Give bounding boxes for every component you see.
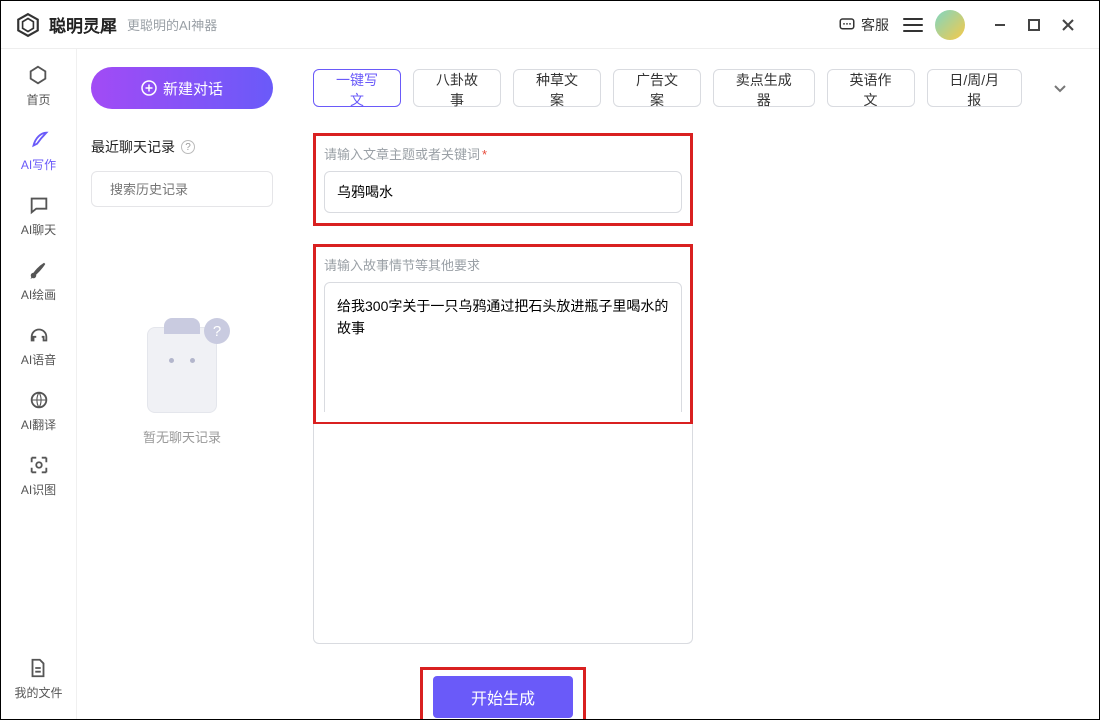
search-input[interactable] — [110, 182, 286, 197]
sidebar-item-translate[interactable]: AI翻译 — [21, 388, 56, 433]
empty-state: ? 暂无聊天记录 — [91, 327, 273, 446]
chat-bubble-icon — [27, 193, 51, 217]
sidebar-item-home[interactable]: 首页 — [26, 63, 50, 108]
app-title: 聪明灵犀 — [49, 12, 117, 37]
topic-input[interactable] — [324, 171, 682, 213]
window-maximize-button[interactable] — [1017, 8, 1051, 42]
home-hex-icon — [26, 63, 50, 87]
tab-selling-points[interactable]: 卖点生成器 — [713, 69, 815, 107]
empty-state-text: 暂无聊天记录 — [143, 427, 221, 446]
image-scan-icon — [27, 453, 51, 477]
sidebar-item-image[interactable]: AI识图 — [21, 453, 56, 498]
sidebar-item-files[interactable]: 我的文件 — [14, 656, 62, 701]
topic-highlight: 请输入文章主题或者关键词* — [313, 133, 693, 226]
detail-textarea[interactable] — [324, 282, 682, 412]
topic-label: 请输入文章主题或者关键词 — [324, 147, 480, 162]
sidebar-item-label: 首页 — [26, 91, 50, 108]
window-minimize-button[interactable] — [983, 8, 1017, 42]
tab-one-click-write[interactable]: 一键写文 — [313, 69, 401, 107]
sidebar: 首页 AI写作 AI聊天 AI绘画 AI语音 AI翻译 AI识图 我 — [1, 49, 77, 719]
generate-button[interactable]: 开始生成 — [433, 676, 573, 718]
tab-ad-copy[interactable]: 广告文案 — [613, 69, 701, 107]
new-chat-button[interactable]: 新建对话 — [91, 67, 273, 109]
feather-icon — [27, 128, 51, 152]
detail-label: 请输入故事情节等其他要求 — [324, 258, 480, 273]
detail-highlight: 请输入故事情节等其他要求 — [313, 244, 693, 425]
conversation-panel: 新建对话 最近聊天记录 ? ? 暂无聊天记录 — [77, 49, 287, 719]
sidebar-item-label: AI语音 — [21, 351, 56, 368]
app-tagline: 更聪明的AI神器 — [127, 15, 217, 34]
recent-chats-title: 最近聊天记录 — [91, 137, 175, 157]
generate-highlight: 开始生成 — [420, 667, 586, 719]
menu-icon[interactable] — [903, 15, 923, 35]
tab-seed-copy[interactable]: 种草文案 — [513, 69, 601, 107]
question-badge-icon: ? — [204, 318, 230, 344]
close-icon — [1061, 18, 1075, 32]
template-tabs: 一键写文 八卦故事 种草文案 广告文案 卖点生成器 英语作文 日/周/月报 — [313, 69, 1073, 107]
sidebar-item-draw[interactable]: AI绘画 — [21, 258, 56, 303]
window-close-button[interactable] — [1051, 8, 1085, 42]
help-icon[interactable]: ? — [181, 140, 195, 154]
tab-report[interactable]: 日/周/月报 — [927, 69, 1023, 107]
sidebar-item-chat[interactable]: AI聊天 — [21, 193, 56, 238]
sidebar-item-label: AI翻译 — [21, 416, 56, 433]
new-chat-label: 新建对话 — [163, 78, 223, 99]
chevron-down-icon — [1052, 80, 1068, 96]
sidebar-item-label: AI绘画 — [21, 286, 56, 303]
sidebar-item-label: AI写作 — [21, 156, 56, 173]
translate-icon — [27, 388, 51, 412]
brush-icon — [27, 258, 51, 282]
sidebar-item-label: AI识图 — [21, 481, 56, 498]
headphones-icon — [27, 323, 51, 347]
support-label: 客服 — [861, 15, 889, 35]
sidebar-item-label: 我的文件 — [14, 684, 62, 701]
minimize-icon — [993, 18, 1007, 32]
plus-circle-icon — [141, 80, 157, 96]
search-box[interactable] — [91, 171, 273, 207]
sidebar-item-write[interactable]: AI写作 — [21, 128, 56, 173]
tabs-expand-button[interactable] — [1046, 74, 1073, 102]
file-icon — [26, 656, 50, 680]
avatar[interactable] — [935, 10, 965, 40]
sidebar-item-label: AI聊天 — [21, 221, 56, 238]
app-logo-icon — [15, 12, 41, 38]
tab-english-essay[interactable]: 英语作文 — [827, 69, 915, 107]
tab-gossip-story[interactable]: 八卦故事 — [413, 69, 501, 107]
main-area: 一键写文 八卦故事 种草文案 广告文案 卖点生成器 英语作文 日/周/月报 请输… — [287, 49, 1099, 719]
detail-textarea-continued[interactable] — [313, 424, 693, 644]
support-button[interactable]: 客服 — [838, 15, 889, 35]
maximize-icon — [1028, 19, 1040, 31]
sidebar-item-voice[interactable]: AI语音 — [21, 323, 56, 368]
chat-icon — [838, 16, 856, 34]
